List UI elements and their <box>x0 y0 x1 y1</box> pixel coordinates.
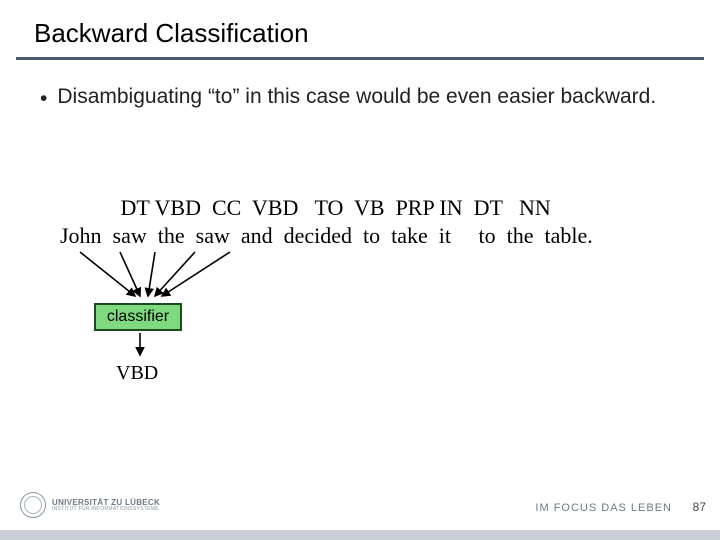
slogan: IM FOCUS DAS LEBEN <box>535 502 672 514</box>
seal-icon <box>20 492 46 518</box>
input-arrows <box>70 250 250 300</box>
bullet-text: Disambiguating “to” in this case would b… <box>57 84 656 110</box>
slide-title: Backward Classification <box>0 0 720 57</box>
footer: UNIVERSITÄT ZU LÜBECK INSTITUT FÜR INFOR… <box>0 500 720 540</box>
pos-tag-row: DT VBD CC VBD TO VB PRP IN DT NN <box>60 195 593 221</box>
bullet-dot-icon: • <box>40 86 47 112</box>
tagged-sentence: DT VBD CC VBD TO VB PRP IN DT NN John sa… <box>60 195 593 249</box>
slide: Backward Classification • Disambiguating… <box>0 0 720 540</box>
university-logo: UNIVERSITÄT ZU LÜBECK INSTITUT FÜR INFOR… <box>20 492 160 518</box>
classifier-box: classifier <box>94 303 182 331</box>
output-arrow <box>130 333 150 361</box>
page-number: 87 <box>693 500 706 514</box>
word-row: John saw the saw and decided to take it … <box>60 223 593 249</box>
bullet-item: • Disambiguating “to” in this case would… <box>40 84 670 112</box>
classifier-label: classifier <box>107 308 169 326</box>
bullet-area: • Disambiguating “to” in this case would… <box>0 60 720 112</box>
output-tag: VBD <box>116 362 158 385</box>
university-text: UNIVERSITÄT ZU LÜBECK INSTITUT FÜR INFOR… <box>52 499 160 512</box>
uni-line2: INSTITUT FÜR INFORMATIONSSYSTEME <box>52 507 160 512</box>
